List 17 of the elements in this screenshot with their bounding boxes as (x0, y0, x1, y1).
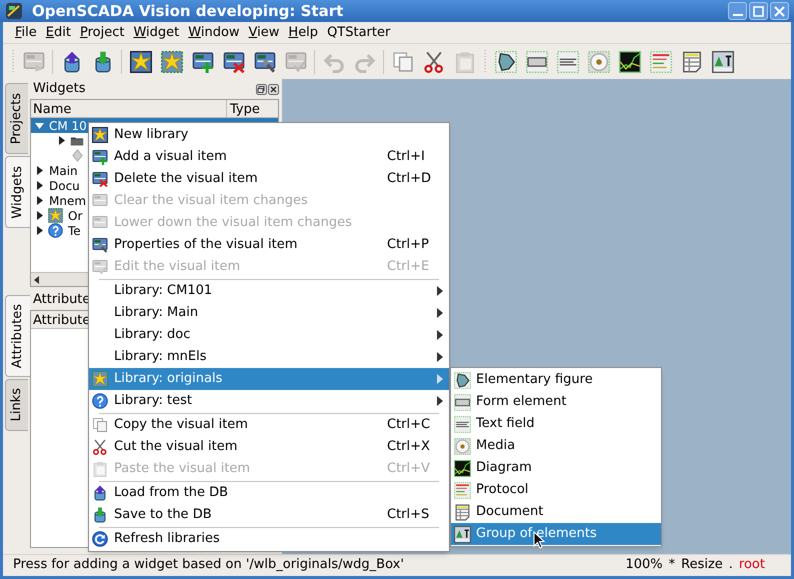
shortcut-label: Ctrl+V (387, 460, 431, 478)
shortcut-label: Ctrl+X (387, 438, 431, 456)
shortcut-label: Ctrl+I (387, 148, 426, 166)
status-separator: . (728, 556, 733, 574)
shortcut-label: Ctrl+P (387, 236, 430, 254)
panel-title: Attribute (33, 291, 90, 310)
shortcut-label: Ctrl+S (387, 506, 430, 524)
shortcut-label: Ctrl+E (387, 258, 430, 276)
status-message: Press for adding a widget based on '/wlb_originals/wdg_Box' (13, 556, 404, 574)
modified-label: * (668, 556, 676, 574)
mode-label: Resize (681, 556, 723, 574)
panel-title: Widgets (33, 80, 86, 98)
shortcut-label: Ctrl+C (387, 416, 431, 434)
window-title: OpenSCADA Vision developing: Start (32, 0, 344, 22)
zoom-label: 100% (625, 556, 663, 574)
user-label: root (738, 556, 765, 574)
shortcut-label: Ctrl+D (387, 170, 431, 188)
